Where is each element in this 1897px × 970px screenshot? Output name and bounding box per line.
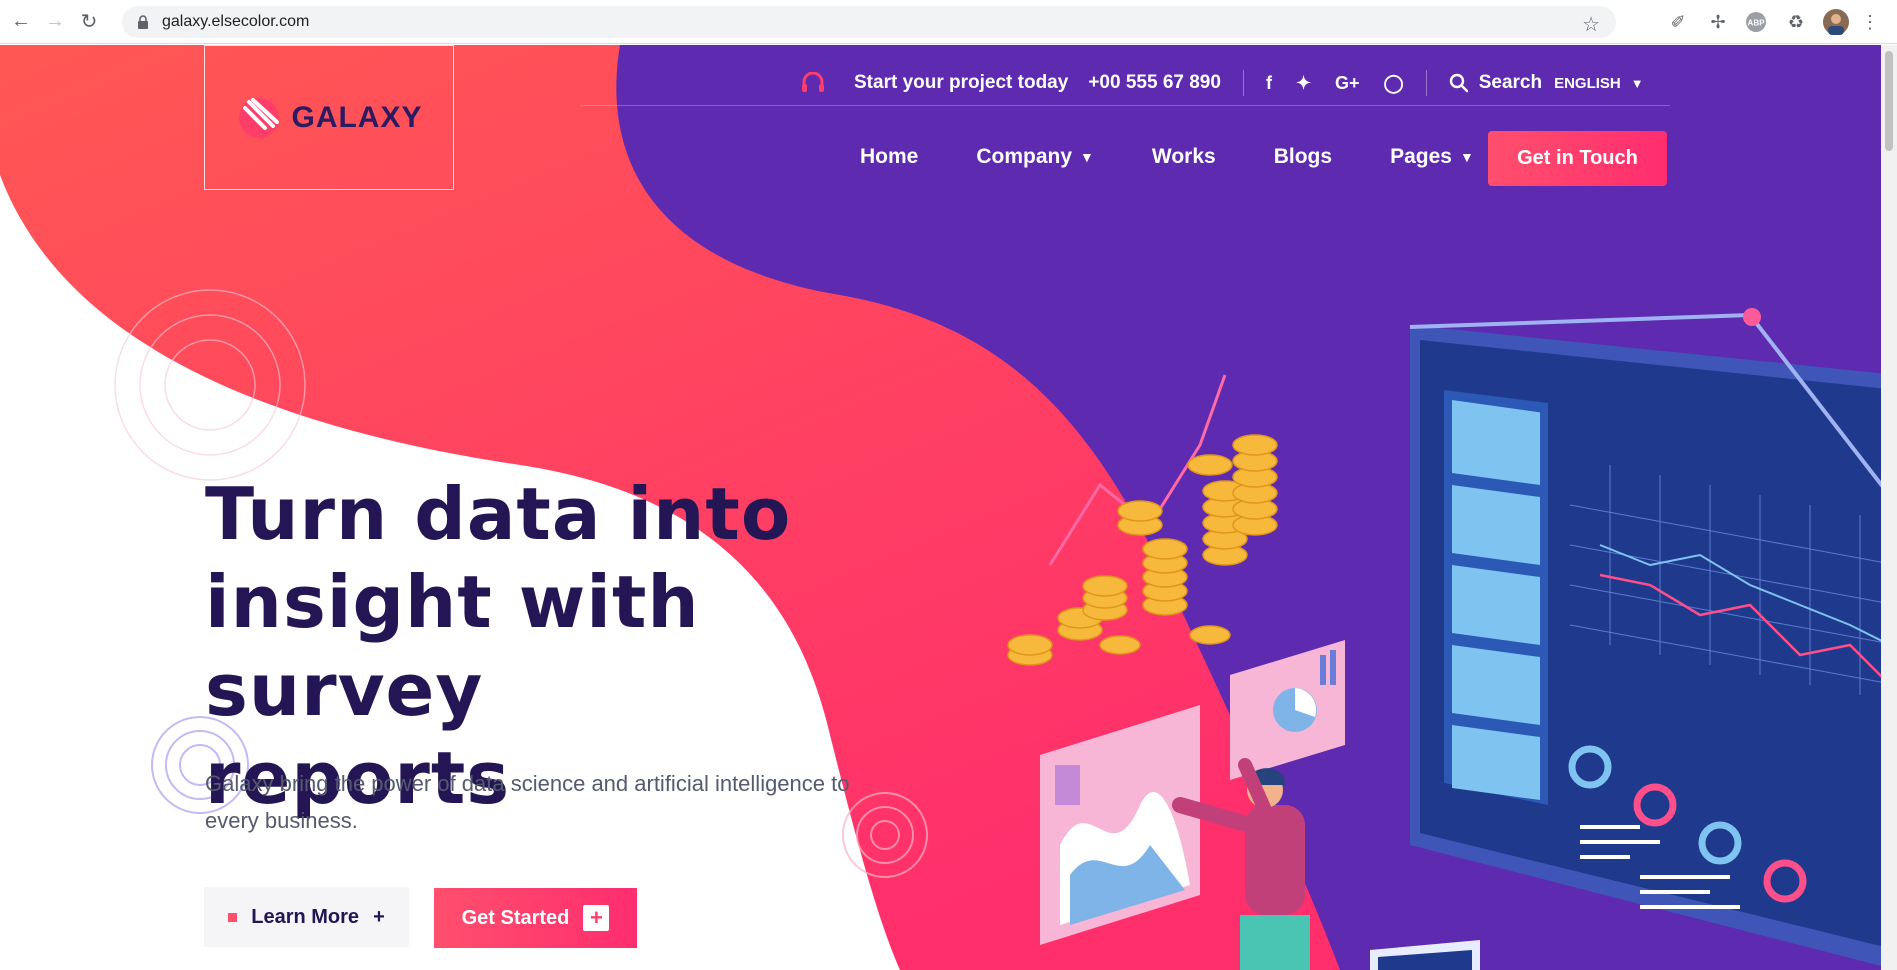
phone-link[interactable]: +00 555 67 890 xyxy=(1088,72,1221,94)
top-bar: Start your project today +00 555 67 890 … xyxy=(800,63,1644,103)
nav-item-label: Home xyxy=(860,145,919,168)
nav-item-works[interactable]: Works xyxy=(1152,145,1216,169)
hero-title-line: insight with survey xyxy=(205,560,700,732)
get-in-touch-button[interactable]: Get in Touch xyxy=(1488,131,1667,186)
back-icon[interactable]: ← xyxy=(8,9,34,35)
divider xyxy=(1425,70,1427,96)
learn-more-button[interactable]: Learn More + xyxy=(204,887,409,947)
get-started-button[interactable]: Get Started + xyxy=(434,888,637,948)
search-label[interactable]: Search xyxy=(1479,72,1542,94)
nav-item-label: Works xyxy=(1151,145,1216,168)
nav-item-blogs[interactable]: Blogs xyxy=(1274,145,1332,169)
browser-toolbar: ← → ↻ galaxy.elsecolor.com ☆ ✐ ✢ ABP ♻ ⋮ xyxy=(0,0,1897,44)
plus-icon: + xyxy=(373,905,385,928)
divider xyxy=(1242,70,1244,96)
logo-text: GALAXY xyxy=(291,100,423,134)
nav-item-home[interactable]: Home xyxy=(860,145,918,169)
chevron-down-icon[interactable]: ▼ xyxy=(1631,76,1644,91)
facebook-icon[interactable]: f xyxy=(1266,73,1272,94)
hero-subtitle-line: every business. xyxy=(205,808,358,833)
get-started-label: Get Started xyxy=(461,906,570,929)
lock-icon xyxy=(138,15,148,29)
instagram-icon[interactable]: ◯ xyxy=(1384,73,1404,94)
move-extension-icon[interactable]: ✢ xyxy=(1704,8,1732,36)
logo[interactable]: GALAXY xyxy=(204,45,454,190)
profile-avatar[interactable] xyxy=(1822,8,1850,36)
scrollbar-thumb[interactable] xyxy=(1885,51,1893,151)
search-icon[interactable] xyxy=(1449,73,1469,93)
reload-icon[interactable]: ↻ xyxy=(76,9,102,35)
header-divider xyxy=(580,105,1670,106)
bookmark-star-icon[interactable]: ☆ xyxy=(1582,12,1600,37)
nav-item-pages[interactable]: Pages ▼ xyxy=(1390,145,1474,169)
nav-item-label: Pages xyxy=(1390,145,1452,168)
twitter-icon[interactable]: ✦ xyxy=(1296,73,1311,94)
puzzle-extensions-icon[interactable]: ♻ xyxy=(1782,8,1810,36)
square-bullet-icon xyxy=(228,912,238,922)
hero-subtitle-line: Galaxy bring the power of data science a… xyxy=(205,771,850,796)
svg-text:ABP: ABP xyxy=(1748,19,1766,28)
chevron-down-icon: ▼ xyxy=(1080,149,1094,165)
nav-item-company[interactable]: Company ▼ xyxy=(976,145,1094,169)
url-text: galaxy.elsecolor.com xyxy=(162,13,310,30)
google-plus-icon[interactable]: G+ xyxy=(1335,73,1360,94)
address-bar[interactable]: galaxy.elsecolor.com ☆ xyxy=(122,6,1616,38)
menu-kebab-icon[interactable]: ⋮ xyxy=(1856,8,1884,36)
main-navigation: Home Company ▼ Works Blogs Pages ▼ xyxy=(860,145,1532,169)
tagline-text: Start your project today xyxy=(854,72,1069,93)
nav-item-label: Company xyxy=(976,145,1073,168)
plus-icon: + xyxy=(583,905,610,931)
headset-icon xyxy=(802,72,824,92)
eyedropper-extension-icon[interactable]: ✐ xyxy=(1664,8,1692,36)
page-scrollbar[interactable] xyxy=(1881,45,1897,970)
hero-title-line: Turn data into xyxy=(205,472,792,556)
hero-subtitle: Galaxy bring the power of data science a… xyxy=(205,765,925,839)
page-viewport: GALAXY Start your project today +00 555 … xyxy=(0,45,1897,970)
language-selector[interactable]: ENGLISH xyxy=(1554,75,1621,92)
chevron-down-icon: ▼ xyxy=(1459,149,1474,165)
galaxy-logo-icon xyxy=(239,97,280,138)
adblock-extension-icon[interactable]: ABP xyxy=(1742,8,1770,36)
nav-item-label: Blogs xyxy=(1273,145,1333,168)
learn-more-label: Learn More xyxy=(251,905,360,928)
forward-icon[interactable]: → xyxy=(42,9,68,35)
